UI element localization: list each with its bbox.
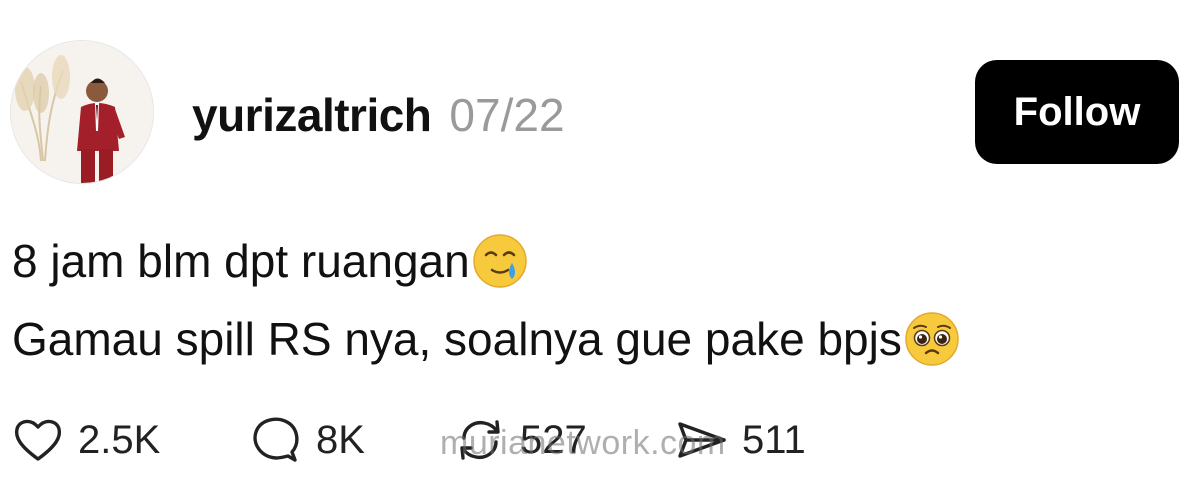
like-button[interactable]: 2.5K: [10, 412, 160, 468]
send-icon: [678, 422, 726, 458]
pleading-face-icon: [905, 312, 959, 366]
heart-icon: [14, 419, 62, 461]
username[interactable]: yurizaltrich: [192, 88, 432, 142]
comment-button[interactable]: 8K: [248, 412, 365, 468]
avatar-photo: [11, 41, 153, 183]
post-date: 07/22: [449, 89, 565, 141]
face-holding-back-tears-icon: [472, 234, 527, 288]
repost-button[interactable]: 527: [452, 412, 587, 468]
comment-bubble-icon: [253, 417, 299, 462]
post-line-1: 8 jam blm dpt ruangan: [12, 222, 1182, 300]
comment-count: 8K: [316, 417, 365, 462]
avatar[interactable]: [10, 40, 154, 184]
like-count: 2.5K: [78, 417, 161, 462]
repost-icon: [460, 420, 500, 460]
share-button[interactable]: 511: [674, 412, 806, 468]
post-line-2: Gamau spill RS nya, soalnya gue pake bpj…: [12, 300, 1182, 378]
repost-count: 527: [520, 417, 587, 462]
share-count: 511: [742, 417, 806, 462]
follow-button[interactable]: Follow: [975, 60, 1179, 164]
post-line-1-text: 8 jam blm dpt ruangan: [12, 235, 470, 287]
action-bar: 2.5K 8K 527 511: [10, 412, 910, 468]
post-header: yurizaltrich 07/22: [192, 88, 565, 144]
post-body: 8 jam blm dpt ruangan Gamau spill RS nya…: [12, 222, 1182, 378]
post-line-2-text: Gamau spill RS nya, soalnya gue pake bpj…: [12, 313, 902, 365]
